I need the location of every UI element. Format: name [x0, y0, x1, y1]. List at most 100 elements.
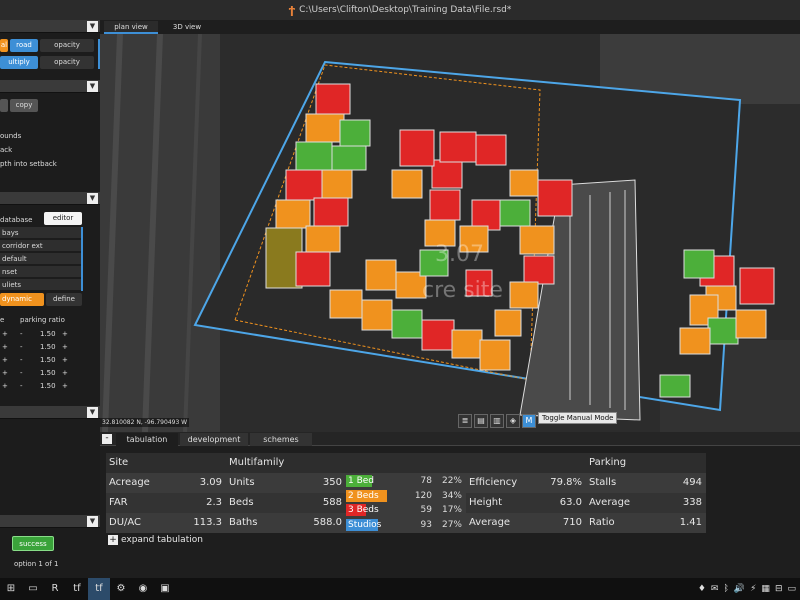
- decrement-button[interactable]: -: [20, 380, 23, 393]
- increment-button[interactable]: +: [62, 328, 68, 341]
- tray-icon[interactable]: ▦: [761, 584, 770, 594]
- building-unit[interactable]: [305, 113, 345, 143]
- define-button[interactable]: define: [46, 293, 82, 306]
- unit-type-item[interactable]: uliets: [0, 279, 82, 291]
- unit-type-scrollbar[interactable]: [81, 227, 83, 291]
- unit-types-section-header[interactable]: ▼: [0, 192, 100, 205]
- dynamic-button[interactable]: dynamic: [0, 293, 44, 306]
- increment-button[interactable]: +: [62, 354, 68, 367]
- building-unit[interactable]: [361, 299, 393, 331]
- expand-tabulation-button[interactable]: + expand tabulation: [108, 535, 203, 545]
- decrement-button[interactable]: -: [20, 341, 23, 354]
- building-unit[interactable]: [365, 259, 397, 291]
- pdf-icon[interactable]: ▣: [154, 578, 176, 600]
- collapse-arrow-icon[interactable]: ▼: [87, 81, 98, 92]
- tray-icon[interactable]: 🔊: [734, 584, 745, 594]
- option-setback[interactable]: ack: [0, 146, 12, 154]
- building-unit[interactable]: [321, 169, 353, 199]
- increment-button[interactable]: +: [2, 341, 8, 354]
- decrement-button[interactable]: -: [20, 328, 23, 341]
- basemap-section-header[interactable]: ▼: [0, 20, 100, 33]
- option-bounds[interactable]: ounds: [0, 132, 21, 140]
- copy-button[interactable]: copy: [10, 99, 38, 112]
- map-view[interactable]: plan view 3D view 3.07 cre site 32.81008…: [100, 20, 800, 432]
- building-unit[interactable]: [421, 319, 455, 351]
- unit-type-item[interactable]: default: [0, 253, 82, 265]
- building-unit[interactable]: [391, 309, 423, 339]
- cube-icon[interactable]: ◈: [506, 414, 520, 428]
- save-icon[interactable]: ▤: [474, 414, 488, 428]
- building-unit[interactable]: [399, 129, 435, 167]
- app-tf-active-icon[interactable]: tf: [88, 578, 110, 600]
- increment-button[interactable]: +: [2, 367, 8, 380]
- building-unit[interactable]: [451, 329, 483, 359]
- site-plan-canvas[interactable]: [100, 20, 800, 432]
- building-unit[interactable]: [683, 249, 715, 279]
- tab-development[interactable]: development: [180, 433, 248, 446]
- paste-button[interactable]: [0, 99, 8, 112]
- tab-plan-view[interactable]: plan view: [104, 21, 158, 34]
- chrome-icon[interactable]: ◉: [132, 578, 154, 600]
- tray-icon[interactable]: ᛒ: [723, 584, 728, 594]
- building-unit[interactable]: [509, 169, 539, 197]
- building-unit[interactable]: [479, 339, 511, 371]
- tab-tabulation[interactable]: tabulation: [116, 433, 178, 446]
- tray-icon[interactable]: ⚡: [750, 584, 756, 594]
- building-unit[interactable]: [523, 255, 555, 285]
- option-depth[interactable]: pth into setback: [0, 160, 57, 168]
- increment-button[interactable]: +: [62, 367, 68, 380]
- basemap-partial-a[interactable]: al: [0, 39, 8, 52]
- building-unit[interactable]: [439, 131, 477, 163]
- building-unit[interactable]: [679, 327, 711, 355]
- building-unit[interactable]: [315, 83, 351, 115]
- building-unit[interactable]: [659, 374, 691, 398]
- building-unit[interactable]: [499, 199, 531, 227]
- building-unit[interactable]: [331, 145, 367, 171]
- building-unit[interactable]: [739, 267, 775, 305]
- building-unit[interactable]: [329, 289, 363, 319]
- building-unit[interactable]: [509, 281, 539, 309]
- tab-database[interactable]: database: [0, 216, 32, 224]
- building-unit[interactable]: [707, 317, 739, 345]
- collapse-arrow-icon[interactable]: ▼: [87, 21, 98, 32]
- results-section-header[interactable]: ▼: [0, 515, 100, 528]
- increment-button[interactable]: +: [62, 341, 68, 354]
- tray-icon[interactable]: ⊟: [775, 584, 783, 594]
- tab-editor[interactable]: editor: [44, 212, 82, 225]
- unit-type-item[interactable]: nset: [0, 266, 82, 278]
- building-unit[interactable]: [305, 225, 341, 253]
- collapse-arrow-icon[interactable]: ▼: [87, 516, 98, 527]
- tray-icon[interactable]: ♦: [698, 584, 706, 594]
- app-tf-icon[interactable]: tf: [66, 578, 88, 600]
- increment-button[interactable]: +: [2, 354, 8, 367]
- tab-3d-view[interactable]: 3D view: [160, 21, 214, 34]
- opacity-button-2[interactable]: opacity: [40, 56, 94, 69]
- building-unit[interactable]: [537, 179, 573, 217]
- building-unit[interactable]: [494, 309, 522, 337]
- building-unit[interactable]: [275, 199, 311, 229]
- tab-schemes[interactable]: schemes: [250, 433, 312, 446]
- road-button[interactable]: road: [10, 39, 38, 52]
- building-unit[interactable]: [429, 189, 461, 221]
- collapse-panel-button[interactable]: -: [102, 434, 112, 444]
- scheme-section-header[interactable]: ▼: [0, 406, 100, 419]
- building-unit[interactable]: [431, 159, 463, 189]
- file-explorer-icon[interactable]: ▭: [22, 578, 44, 600]
- tray-icon[interactable]: ▭: [787, 584, 796, 594]
- building-unit[interactable]: [735, 309, 767, 339]
- building-unit[interactable]: [391, 169, 423, 199]
- building-unit[interactable]: [475, 134, 507, 166]
- collapse-arrow-icon[interactable]: ▼: [87, 407, 98, 418]
- building-unit[interactable]: [285, 169, 323, 201]
- decrement-button[interactable]: -: [20, 354, 23, 367]
- tray-icon[interactable]: ✉: [711, 584, 719, 594]
- opacity-button-1[interactable]: opacity: [40, 39, 94, 52]
- increment-button[interactable]: +: [2, 328, 8, 341]
- windows-start-icon[interactable]: ⊞: [0, 578, 22, 600]
- layers-icon[interactable]: ▥: [490, 414, 504, 428]
- collapse-arrow-icon[interactable]: ▼: [87, 193, 98, 204]
- settings-icon[interactable]: ⚙: [110, 578, 132, 600]
- unit-type-item[interactable]: corridor ext: [0, 240, 82, 252]
- building-unit[interactable]: [295, 251, 331, 287]
- increment-button[interactable]: +: [2, 380, 8, 393]
